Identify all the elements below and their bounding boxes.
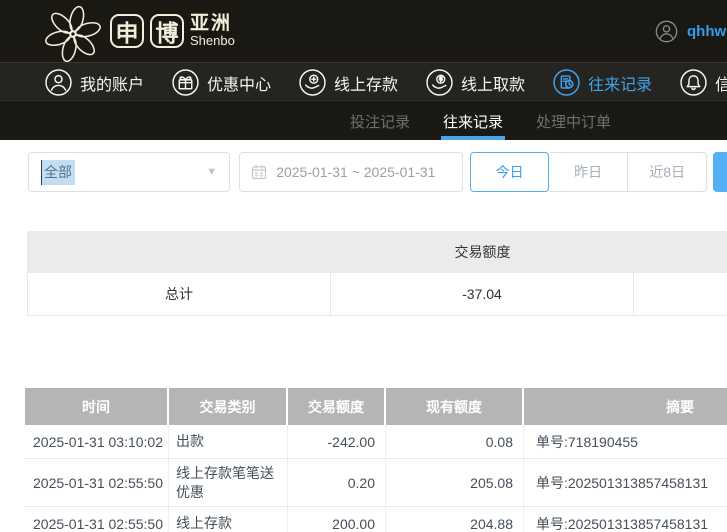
summary-table: 交易额度 总计 -37.04 bbox=[27, 231, 727, 316]
cell-time: 2025-01-31 02:55:50 bbox=[25, 507, 169, 532]
cell-balance: 205.08 bbox=[386, 459, 524, 506]
cell-amount: -242.00 bbox=[288, 425, 386, 458]
bell-icon bbox=[680, 69, 707, 96]
calendar-icon bbox=[251, 164, 267, 180]
user-avatar-icon bbox=[655, 20, 678, 43]
flower-logo-icon bbox=[42, 3, 104, 62]
cell-balance: 0.08 bbox=[386, 425, 524, 458]
type-select[interactable]: 全部 ▼ bbox=[28, 152, 230, 192]
nav-label: 信 bbox=[715, 71, 727, 95]
tab-label: 处理中订单 bbox=[536, 111, 611, 132]
date-range-input[interactable]: 2025-01-31 ~ 2025-01-31 bbox=[239, 152, 463, 192]
nav-item-withdraw[interactable]: 线上取款 bbox=[426, 69, 525, 96]
tab-label: 投注记录 bbox=[350, 111, 410, 132]
column-header-time: 时间 bbox=[25, 388, 169, 425]
brand-logo[interactable]: 申 博 亚洲 Shenbo bbox=[42, 0, 235, 62]
sub-tabbar: 投注记录 往来记录 处理中订单 bbox=[0, 103, 727, 140]
cell-amount: 200.00 bbox=[288, 507, 386, 532]
cell-summary: 单号:202501313857458131 bbox=[524, 507, 727, 532]
tab-bet-records[interactable]: 投注记录 bbox=[350, 103, 410, 140]
cell-type: 线上存款 bbox=[169, 507, 288, 532]
column-header-amount: 交易额度 bbox=[288, 388, 386, 425]
nav-item-my-account[interactable]: 我的账户 bbox=[45, 69, 144, 96]
nav-item-transactions[interactable]: 往来记录 bbox=[553, 69, 652, 96]
cell-type: 出款 bbox=[169, 425, 288, 458]
records-table-header: 时间 交易类别 交易额度 现有额度 摘要 bbox=[25, 388, 727, 425]
summary-total-row: 总计 -37.04 bbox=[27, 273, 727, 316]
filter-row: 全部 ▼ 2025-01-31 ~ 2025-01-31 今日 昨日 近8日 bbox=[28, 152, 727, 192]
last-8-days-button[interactable]: 近8日 bbox=[628, 152, 707, 192]
nav-label: 优惠中心 bbox=[207, 71, 271, 95]
records-table: 时间 交易类别 交易额度 现有额度 摘要 2025-01-31 03:10:02… bbox=[25, 388, 727, 532]
records-icon bbox=[553, 69, 580, 96]
username[interactable]: qhhw bbox=[687, 23, 726, 40]
nav-label: 线上存款 bbox=[334, 71, 398, 95]
tab-transaction-records[interactable]: 往来记录 bbox=[443, 103, 503, 140]
tab-pending-orders[interactable]: 处理中订单 bbox=[536, 103, 611, 140]
nav-item-deposit[interactable]: 线上存款 bbox=[299, 69, 398, 96]
cell-balance: 204.88 bbox=[386, 507, 524, 532]
type-select-value: 全部 bbox=[41, 160, 75, 185]
nav-label: 我的账户 bbox=[80, 71, 144, 95]
tab-label: 往来记录 bbox=[443, 111, 503, 132]
date-range-value: 2025-01-31 ~ 2025-01-31 bbox=[276, 164, 435, 180]
nav-label: 线上取款 bbox=[461, 71, 525, 95]
column-header-summary: 摘要 bbox=[524, 388, 727, 425]
search-button[interactable] bbox=[713, 152, 727, 192]
quick-date-buttons: 今日 昨日 近8日 bbox=[470, 152, 707, 192]
summary-table-header: 交易额度 bbox=[27, 231, 727, 273]
page: 申 博 亚洲 Shenbo qhhw 我的账户 bbox=[0, 0, 727, 532]
column-header-type: 交易类别 bbox=[169, 388, 288, 425]
cell-time: 2025-01-31 03:10:02 bbox=[25, 425, 169, 458]
user-area[interactable]: qhhw bbox=[655, 0, 726, 62]
main-nav: 我的账户 优惠中心 线上存款 线上取款 bbox=[0, 62, 727, 103]
cell-amount: 0.20 bbox=[288, 459, 386, 506]
gift-icon bbox=[172, 69, 199, 96]
yesterday-button[interactable]: 昨日 bbox=[549, 152, 628, 192]
table-row: 2025-01-31 03:10:02 出款 -242.00 0.08 单号:7… bbox=[25, 425, 727, 459]
logo-char-bo: 博 bbox=[150, 14, 184, 48]
summary-header-amount: 交易额度 bbox=[331, 242, 634, 262]
nav-item-promotions[interactable]: 优惠中心 bbox=[172, 69, 271, 96]
top-header: 申 博 亚洲 Shenbo qhhw bbox=[0, 0, 727, 62]
nav-label: 往来记录 bbox=[588, 71, 652, 95]
column-header-balance: 现有额度 bbox=[386, 388, 524, 425]
deposit-icon bbox=[299, 69, 326, 96]
logo-brand-en: Shenbo bbox=[190, 34, 235, 48]
withdraw-icon bbox=[426, 69, 453, 96]
table-row: 2025-01-31 02:55:50 线上存款 200.00 204.88 单… bbox=[25, 507, 727, 532]
today-button[interactable]: 今日 bbox=[470, 152, 549, 192]
logo-region-text: 亚洲 bbox=[190, 14, 235, 34]
nav-item-messages[interactable]: 信 bbox=[680, 69, 727, 96]
table-row: 2025-01-31 02:55:50 线上存款笔笔送优惠 0.20 205.0… bbox=[25, 459, 727, 507]
summary-total-value: -37.04 bbox=[331, 273, 634, 315]
cell-summary: 单号:718190455 bbox=[524, 425, 727, 458]
logo-wordmark: 亚洲 Shenbo bbox=[190, 14, 235, 48]
cell-summary: 单号:202501313857458131 bbox=[524, 459, 727, 506]
cell-time: 2025-01-31 02:55:50 bbox=[25, 459, 169, 506]
chevron-down-icon: ▼ bbox=[206, 166, 217, 178]
summary-total-spacer bbox=[634, 273, 727, 315]
user-icon bbox=[45, 69, 72, 96]
logo-char-shen: 申 bbox=[110, 14, 144, 48]
summary-total-label: 总计 bbox=[28, 273, 331, 315]
cell-type: 线上存款笔笔送优惠 bbox=[169, 459, 288, 506]
